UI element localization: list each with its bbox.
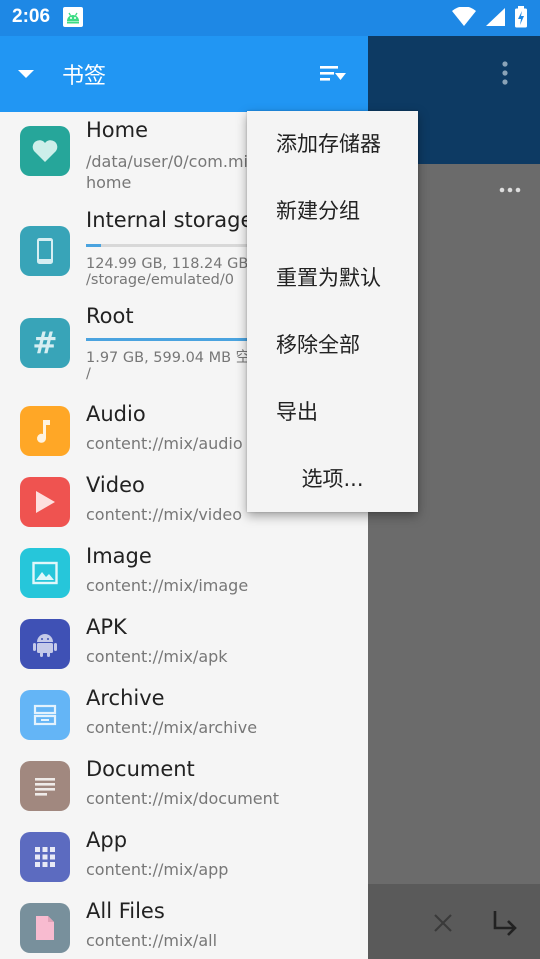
play-icon bbox=[20, 477, 70, 527]
bookmark-name: Audio bbox=[86, 402, 146, 426]
dropdown-triangle-icon[interactable] bbox=[14, 62, 38, 86]
bookmark-path-2: home bbox=[86, 173, 132, 192]
overflow-menu-icon[interactable] bbox=[496, 60, 514, 90]
bookmark-document[interactable]: Document content://mix/document bbox=[0, 751, 368, 822]
bookmark-path: content://mix/all bbox=[86, 931, 218, 950]
bookmark-path: content://mix/document bbox=[86, 789, 280, 808]
bookmark-apk[interactable]: APK content://mix/apk bbox=[0, 609, 368, 680]
apps-grid-icon bbox=[20, 832, 70, 882]
status-time: 2:06 bbox=[12, 6, 51, 27]
bookmark-path: content://mix/archive bbox=[86, 718, 258, 737]
bookmark-name: App bbox=[86, 828, 128, 852]
heart-icon bbox=[20, 126, 70, 176]
android-notification-icon bbox=[63, 7, 83, 27]
bookmark-path: content://mix/apk bbox=[86, 647, 228, 666]
signal-icon bbox=[484, 7, 506, 31]
file-icon bbox=[20, 903, 70, 953]
menu-item-new-group[interactable]: 新建分组 bbox=[247, 178, 418, 245]
bookmark-name: Video bbox=[86, 473, 145, 497]
bookmark-name: Home bbox=[86, 118, 149, 142]
bookmark-path: content://mix/image bbox=[86, 576, 249, 595]
phone-icon bbox=[20, 226, 70, 276]
bookmark-all-files[interactable]: All Files content://mix/all bbox=[0, 893, 368, 959]
image-icon bbox=[20, 548, 70, 598]
bookmark-name: All Files bbox=[86, 899, 165, 923]
menu-item-export[interactable]: 导出 bbox=[247, 379, 418, 446]
drawer-header: 书签 bbox=[0, 36, 368, 112]
background-toolbar bbox=[368, 36, 540, 112]
bookmark-archive[interactable]: Archive content://mix/archive bbox=[0, 680, 368, 751]
sort-list-icon[interactable] bbox=[318, 60, 348, 88]
battery-icon bbox=[514, 6, 528, 32]
more-horiz-icon[interactable] bbox=[498, 182, 524, 198]
menu-item-add-storage[interactable]: 添加存储器 bbox=[247, 111, 418, 178]
overflow-popup-menu: 添加存储器 新建分组 重置为默认 移除全部 导出 选项... bbox=[247, 111, 418, 512]
subdirectory-arrow-icon[interactable] bbox=[488, 906, 520, 938]
hash-icon: # bbox=[20, 318, 70, 368]
bookmark-path: content://mix/audio bbox=[86, 434, 243, 453]
bookmark-path: / bbox=[86, 366, 91, 382]
close-icon[interactable] bbox=[430, 910, 456, 936]
menu-item-reset-default[interactable]: 重置为默认 bbox=[247, 245, 418, 312]
bookmark-image[interactable]: Image content://mix/image bbox=[0, 538, 368, 609]
document-icon bbox=[20, 761, 70, 811]
wifi-icon bbox=[452, 6, 476, 31]
bookmark-path: content://mix/app bbox=[86, 860, 229, 879]
music-note-icon bbox=[20, 406, 70, 456]
drawer-title: 书签 bbox=[62, 64, 107, 89]
bookmark-path: /storage/emulated/0 bbox=[86, 272, 234, 288]
menu-item-options[interactable]: 选项... bbox=[247, 446, 418, 513]
bookmark-name: Root bbox=[86, 304, 134, 328]
bookmark-app[interactable]: App content://mix/app bbox=[0, 822, 368, 893]
bookmark-name: Archive bbox=[86, 686, 165, 710]
bookmark-name: Image bbox=[86, 544, 152, 568]
bookmark-name: Document bbox=[86, 757, 195, 781]
android-icon bbox=[20, 619, 70, 669]
archive-icon bbox=[20, 690, 70, 740]
storage-info: 1.97 GB, 599.04 MB 空闲 bbox=[86, 350, 265, 366]
bookmark-name: APK bbox=[86, 615, 127, 639]
bookmark-path: content://mix/video bbox=[86, 505, 243, 524]
menu-item-remove-all[interactable]: 移除全部 bbox=[247, 312, 418, 379]
status-bar: 2:06 bbox=[0, 0, 540, 36]
bookmark-name: Internal storage bbox=[86, 208, 254, 232]
